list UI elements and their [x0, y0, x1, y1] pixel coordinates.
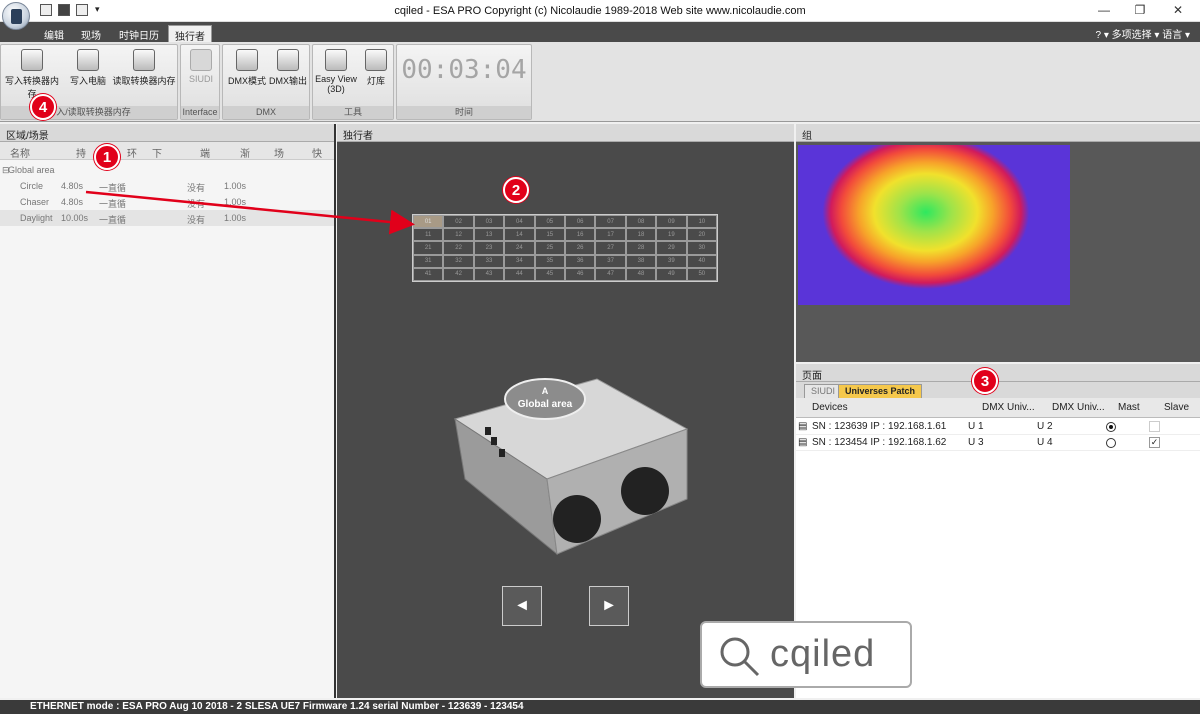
watermark: cqiled: [700, 621, 912, 688]
annotation-arrow: [85, 190, 415, 235]
annotation-badge-3: 3: [972, 368, 998, 394]
annotation-badge-1: 1: [94, 144, 120, 170]
watermark-text: cqiled: [770, 633, 876, 675]
annotation-badge-2: 2: [503, 177, 529, 203]
annotation-badge-4: 4: [30, 94, 56, 120]
search-icon: [720, 637, 760, 677]
